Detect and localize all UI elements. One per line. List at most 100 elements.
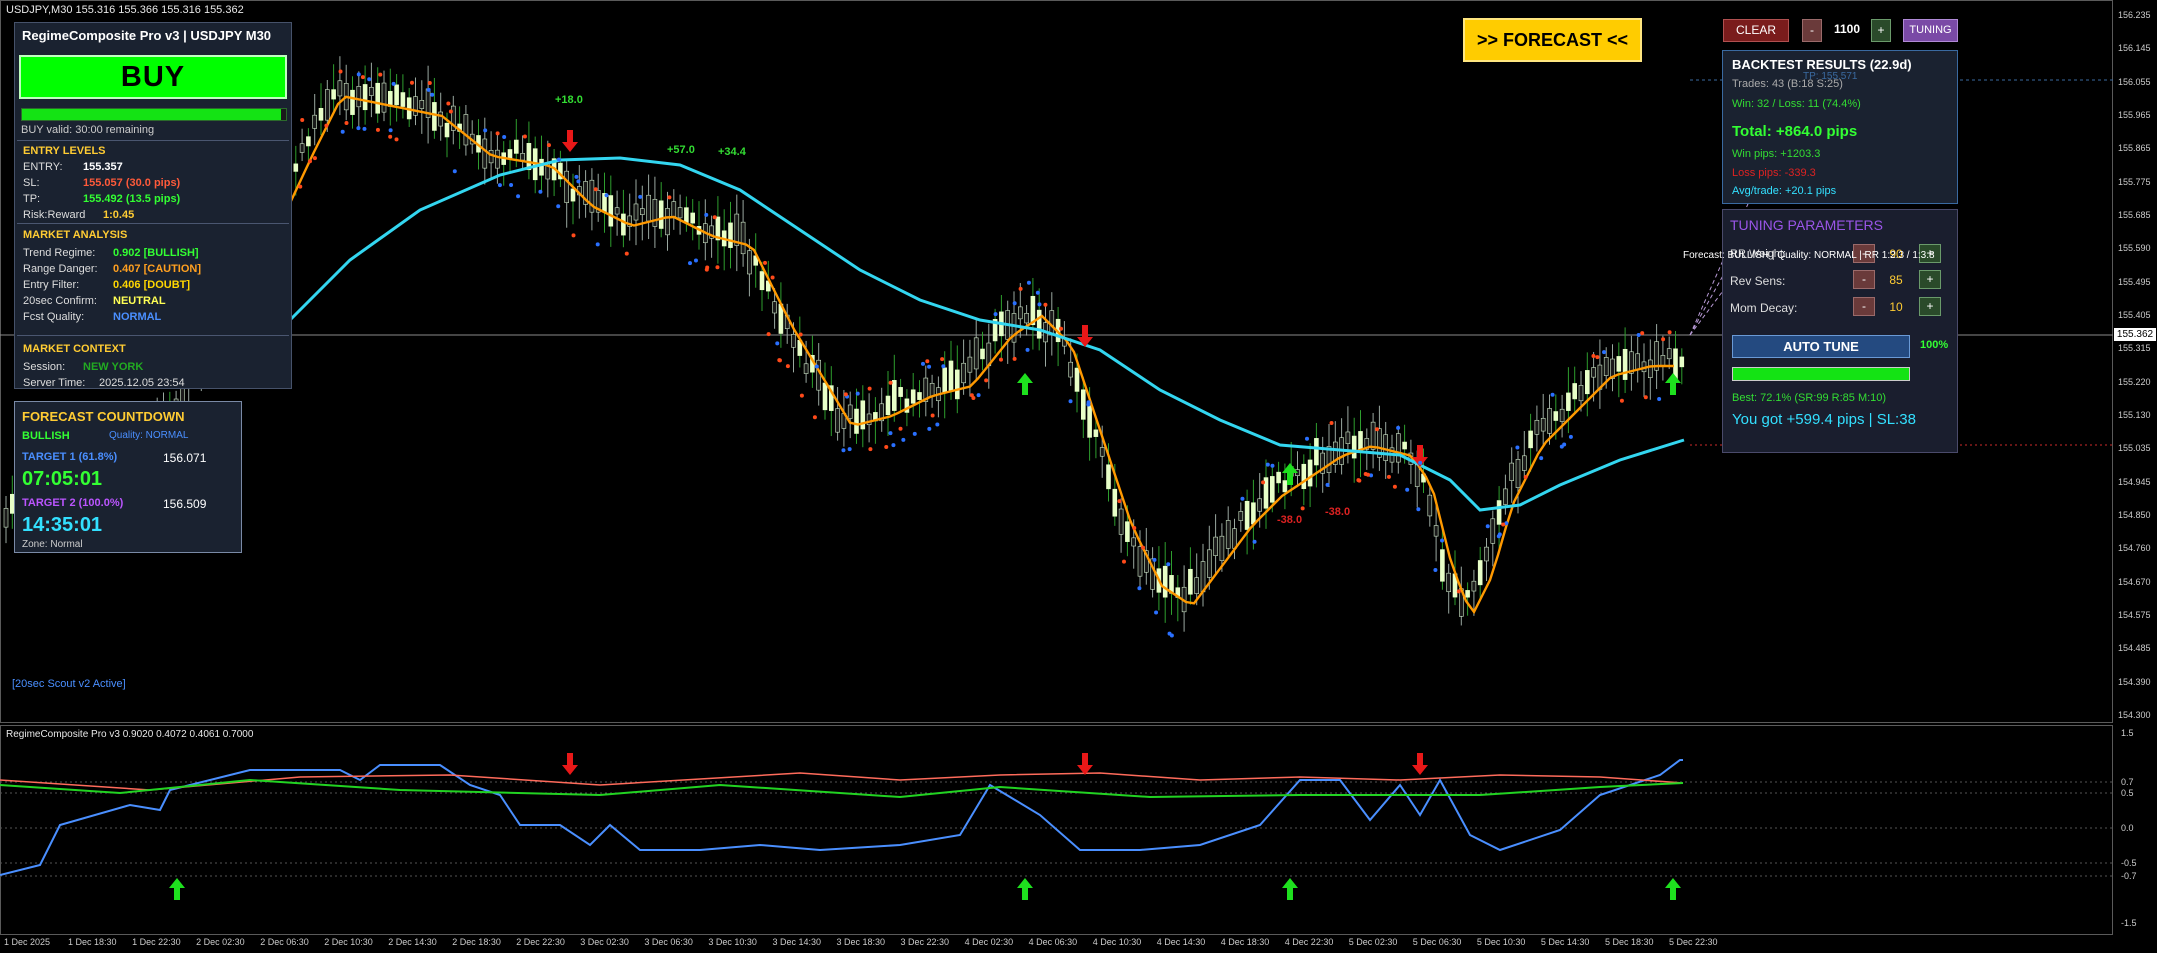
signal-dot (571, 233, 576, 238)
confirm-label: 20sec Confirm: (23, 295, 97, 307)
candle-body (1232, 528, 1237, 549)
mom-decay-minus-button[interactable]: - (1853, 297, 1875, 316)
signal-dot (367, 77, 372, 82)
signal-dot (1167, 631, 1172, 636)
candle-body (747, 250, 752, 275)
candle-body (1257, 498, 1262, 512)
candle-body (1484, 546, 1489, 562)
forecast-button[interactable]: >> FORECAST << (1463, 18, 1642, 62)
signal-dot (843, 392, 848, 397)
price-tick-label: 154.760 (2118, 543, 2151, 554)
signal-dot (1661, 337, 1666, 342)
time-tick-label: 1 Dec 2025 (4, 937, 51, 947)
signal-dot (1559, 444, 1564, 449)
mom-decay-plus-button[interactable]: + (1919, 297, 1941, 316)
candle-body (1679, 356, 1685, 368)
backtest-win-pips: Win pips: +1203.3 (1732, 148, 1821, 160)
candle-body (1383, 434, 1388, 461)
indicator-chart[interactable] (0, 725, 2157, 935)
rev-sens-plus-button[interactable]: + (1919, 270, 1941, 289)
sell-arrow-icon (562, 130, 578, 152)
candle-body (954, 369, 960, 400)
candle-body (495, 149, 500, 169)
signal-dot (360, 75, 365, 80)
signal-dot (1025, 347, 1030, 352)
candle-body (671, 201, 677, 218)
candle-body (1528, 430, 1533, 449)
signal-dot (576, 179, 581, 184)
auto-tune-button[interactable]: AUTO TUNE (1732, 335, 1910, 358)
entry-filter-line (0, 778, 1684, 799)
session-value: NEW YORK (83, 361, 144, 373)
tuning-button[interactable]: TUNING (1903, 19, 1958, 42)
signal-dot (1539, 456, 1544, 461)
candle-body (980, 348, 985, 360)
time-tick-label: 3 Dec 06:30 (644, 937, 693, 947)
target2-price: 156.509 (163, 497, 207, 511)
signal-dot (770, 275, 775, 280)
clear-button[interactable]: CLEAR (1723, 19, 1789, 42)
signal-dot (1154, 610, 1159, 615)
candle-body (973, 337, 979, 370)
candle-body (1666, 348, 1672, 360)
slow-ma-line (288, 156, 1685, 512)
candle-body (299, 143, 305, 153)
candle-body (488, 150, 494, 164)
price-tick-label: 154.485 (2118, 643, 2151, 654)
signal-dot (509, 182, 514, 187)
candle-body (507, 149, 513, 159)
time-tick-label: 4 Dec 22:30 (1284, 937, 1334, 947)
signal-dot (941, 364, 946, 369)
backtest-loss-pips: Loss pips: -339.3 (1732, 167, 1816, 179)
signal-dot (912, 431, 917, 436)
signal-dot (935, 422, 940, 427)
candle-body (1566, 392, 1571, 411)
lookback-value[interactable]: 1100 (1826, 19, 1868, 42)
candle-body (1509, 462, 1514, 481)
entry-levels-title: ENTRY LEVELS (23, 145, 106, 157)
signal-dot (841, 448, 846, 453)
buy-signal-button[interactable]: BUY (19, 55, 287, 99)
signal-dot (1240, 496, 1245, 501)
signal-dot (920, 361, 925, 366)
candle-body (1049, 310, 1055, 335)
decrease-button[interactable]: - (1802, 19, 1822, 42)
signal-dot (1657, 396, 1662, 401)
signal-dot (798, 332, 803, 337)
buy-arrow-icon (1665, 878, 1681, 900)
signal-dot (1252, 539, 1257, 544)
range-label: Range Danger: (23, 263, 98, 275)
increase-button[interactable]: + (1871, 19, 1891, 42)
signal-dot (777, 358, 782, 363)
signal-dot (1591, 353, 1596, 358)
candle-body (854, 408, 859, 434)
signal-dot (497, 183, 502, 188)
candle-body (1578, 385, 1584, 402)
signal-dot (426, 87, 431, 92)
signal-dot (362, 126, 367, 131)
candle-body (438, 111, 444, 127)
rev-sens-minus-button[interactable]: - (1853, 270, 1875, 289)
candle-body (608, 195, 614, 227)
time-tick-label: 4 Dec 14:30 (1156, 937, 1206, 947)
candle-body (1194, 577, 1199, 594)
indicator-tick-label: -1.5 (2121, 918, 2137, 928)
target1-time: 07:05:01 (22, 468, 103, 490)
signal-dot (1636, 333, 1641, 338)
signal-dot (1059, 326, 1064, 331)
signal-dot (1619, 398, 1624, 403)
candle-body (621, 213, 626, 236)
signal-dot (378, 72, 383, 77)
signal-dot (1132, 526, 1137, 531)
buy-arrow-icon (1665, 373, 1681, 395)
time-tick-label: 4 Dec 02:30 (964, 937, 1014, 947)
time-tick-label: 4 Dec 18:30 (1220, 937, 1270, 947)
signal-dot (344, 121, 349, 126)
candle-body (1673, 348, 1678, 380)
signal-dot (993, 312, 998, 317)
candle-body (646, 194, 651, 222)
signal-dot (1418, 460, 1423, 465)
candle-body (1207, 549, 1212, 578)
candle-body (1471, 580, 1477, 592)
tune-result: You got +599.4 pips | SL:38 (1732, 411, 1916, 428)
